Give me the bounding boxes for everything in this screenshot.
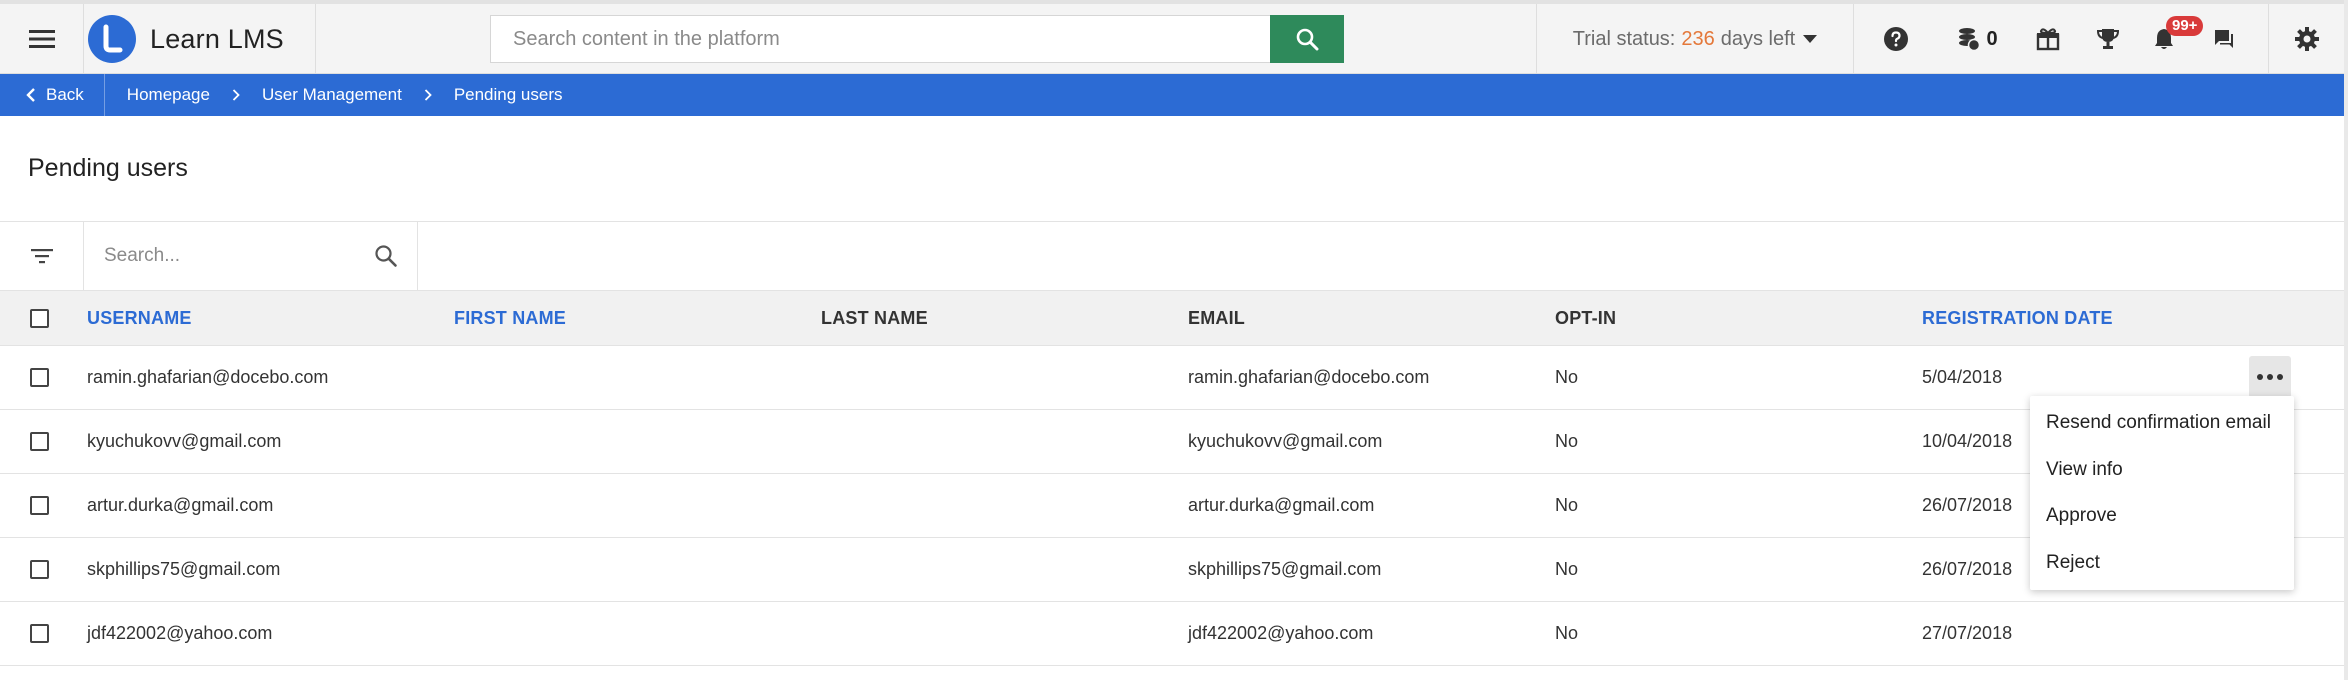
filter-icon: [30, 249, 53, 264]
menu-item-resend-confirmation[interactable]: Resend confirmation email: [2030, 400, 2294, 447]
cell-email: skphillips75@gmail.com: [1188, 559, 1382, 579]
more-horizontal-icon: [2255, 374, 2285, 380]
caret-down-icon: [1803, 35, 1818, 43]
table-toolbar: [0, 222, 2348, 290]
menu-item-reject[interactable]: Reject: [2030, 540, 2294, 587]
menu-item-view-info[interactable]: View info: [2030, 447, 2294, 494]
cell-registration-date: 5/04/2018: [1922, 367, 2003, 387]
cell-registration-date: 27/07/2018: [1922, 623, 2013, 643]
row-checkbox[interactable]: [30, 496, 49, 515]
column-email: EMAIL: [1188, 307, 1245, 328]
row-checkbox[interactable]: [30, 368, 49, 387]
menu-button[interactable]: [0, 4, 84, 74]
table-row: artur.durka@gmail.com artur.durka@gmail.…: [0, 474, 2348, 538]
back-button[interactable]: Back: [0, 74, 105, 116]
cell-email: kyuchukovv@gmail.com: [1188, 431, 1383, 451]
cell-opt-in: No: [1555, 559, 1579, 579]
cell-username: ramin.ghafarian@docebo.com: [87, 367, 329, 387]
cell-email: artur.durka@gmail.com: [1188, 495, 1375, 515]
column-opt-in: OPT-IN: [1555, 307, 1617, 328]
brand-logo-icon: [88, 15, 136, 63]
coins-count: 0: [1986, 27, 1998, 50]
cell-opt-in: No: [1555, 431, 1579, 451]
row-select-cell: [30, 346, 49, 409]
table-row: skphillips75@gmail.com skphillips75@gmai…: [0, 538, 2348, 602]
row-select-cell: [30, 474, 49, 537]
notifications-button[interactable]: 99+: [2136, 4, 2204, 74]
row-checkbox[interactable]: [30, 624, 49, 643]
cell-username: skphillips75@gmail.com: [87, 559, 281, 579]
settings-button[interactable]: [2268, 4, 2344, 74]
breadcrumb-homepage[interactable]: Homepage: [127, 85, 210, 105]
help-icon: [1884, 27, 1908, 51]
cell-email: jdf422002@yahoo.com: [1188, 623, 1374, 643]
chevron-right-icon: [232, 89, 240, 101]
breadcrumb: Back Homepage User Management Pending us…: [0, 74, 2348, 116]
trial-status-dropdown[interactable]: Trial status: 236 days left: [1536, 4, 1854, 74]
trial-days-suffix: days left: [1720, 27, 1796, 50]
select-all-checkbox[interactable]: [30, 308, 49, 328]
gear-icon: [2294, 27, 2319, 51]
global-search-input[interactable]: [490, 15, 1270, 63]
row-actions-button[interactable]: [2249, 356, 2291, 398]
cell-opt-in: No: [1555, 623, 1579, 643]
table-search: [84, 222, 418, 290]
top-header: Learn LMS Trial status: 236 days left: [0, 0, 2348, 74]
filter-button[interactable]: [0, 222, 84, 290]
table-header: USERNAME FIRST NAME LAST NAME EMAIL OPT-…: [0, 290, 2348, 346]
help-button[interactable]: [1866, 4, 1926, 74]
menu-item-approve[interactable]: Approve: [2030, 493, 2294, 540]
cell-username: artur.durka@gmail.com: [87, 495, 274, 515]
search-icon: [1296, 28, 1319, 51]
menu-icon: [28, 30, 55, 48]
cell-username: kyuchukovv@gmail.com: [87, 431, 282, 451]
row-select-cell: [30, 538, 49, 601]
cell-opt-in: No: [1555, 495, 1579, 515]
trophy-icon: [2096, 29, 2120, 49]
select-all-cell: [30, 291, 49, 345]
row-select-cell: [30, 602, 49, 665]
gift-button[interactable]: [2020, 4, 2076, 74]
pending-users-table: USERNAME FIRST NAME LAST NAME EMAIL OPT-…: [0, 290, 2348, 666]
search-icon[interactable]: [374, 244, 398, 268]
brand-name: Learn LMS: [150, 23, 284, 54]
chevron-right-icon: [424, 89, 432, 101]
cell-registration-date: 26/07/2018: [1922, 495, 2013, 515]
column-first-name[interactable]: FIRST NAME: [454, 291, 566, 345]
messages-button[interactable]: [2196, 4, 2252, 74]
coins-button[interactable]: 0: [1950, 4, 2006, 74]
cell-registration-date: 10/04/2018: [1922, 431, 2013, 451]
global-search: [490, 15, 1344, 63]
page-title: Pending users: [28, 154, 188, 182]
cell-opt-in: No: [1555, 367, 1579, 387]
chevron-left-icon: [26, 88, 35, 102]
brand[interactable]: Learn LMS: [84, 4, 316, 74]
chat-icon: [2215, 30, 2233, 48]
breadcrumb-pending-users: Pending users: [453, 85, 563, 104]
trial-status-label: Trial status:: [1572, 27, 1676, 50]
row-select-cell: [30, 410, 49, 473]
column-username[interactable]: USERNAME: [87, 291, 192, 345]
global-search-button[interactable]: [1270, 15, 1344, 63]
column-registration-date[interactable]: REGISTRATION DATE: [1922, 291, 2113, 345]
table-search-input[interactable]: [104, 236, 364, 276]
table-row: kyuchukovv@gmail.com kyuchukovv@gmail.co…: [0, 410, 2348, 474]
coins-icon: [1959, 28, 1981, 51]
trial-days-count: 236: [1681, 27, 1715, 50]
cell-email: ramin.ghafarian@docebo.com: [1188, 367, 1430, 387]
cell-registration-date: 26/07/2018: [1922, 559, 2013, 579]
window-edge: [2344, 0, 2348, 680]
gift-icon: [2036, 28, 2060, 51]
back-label: Back: [46, 85, 84, 104]
row-checkbox[interactable]: [30, 432, 49, 451]
table-row: ramin.ghafarian@docebo.com ramin.ghafari…: [0, 346, 2348, 410]
column-last-name: LAST NAME: [821, 307, 928, 328]
table-row: jdf422002@yahoo.com jdf422002@yahoo.com …: [0, 602, 2348, 666]
cell-username: jdf422002@yahoo.com: [87, 623, 273, 643]
row-actions-menu: Resend confirmation email View info Appr…: [2030, 396, 2294, 590]
achievements-button[interactable]: [2080, 4, 2136, 74]
breadcrumb-user-management[interactable]: User Management: [262, 85, 402, 105]
row-checkbox[interactable]: [30, 560, 49, 579]
